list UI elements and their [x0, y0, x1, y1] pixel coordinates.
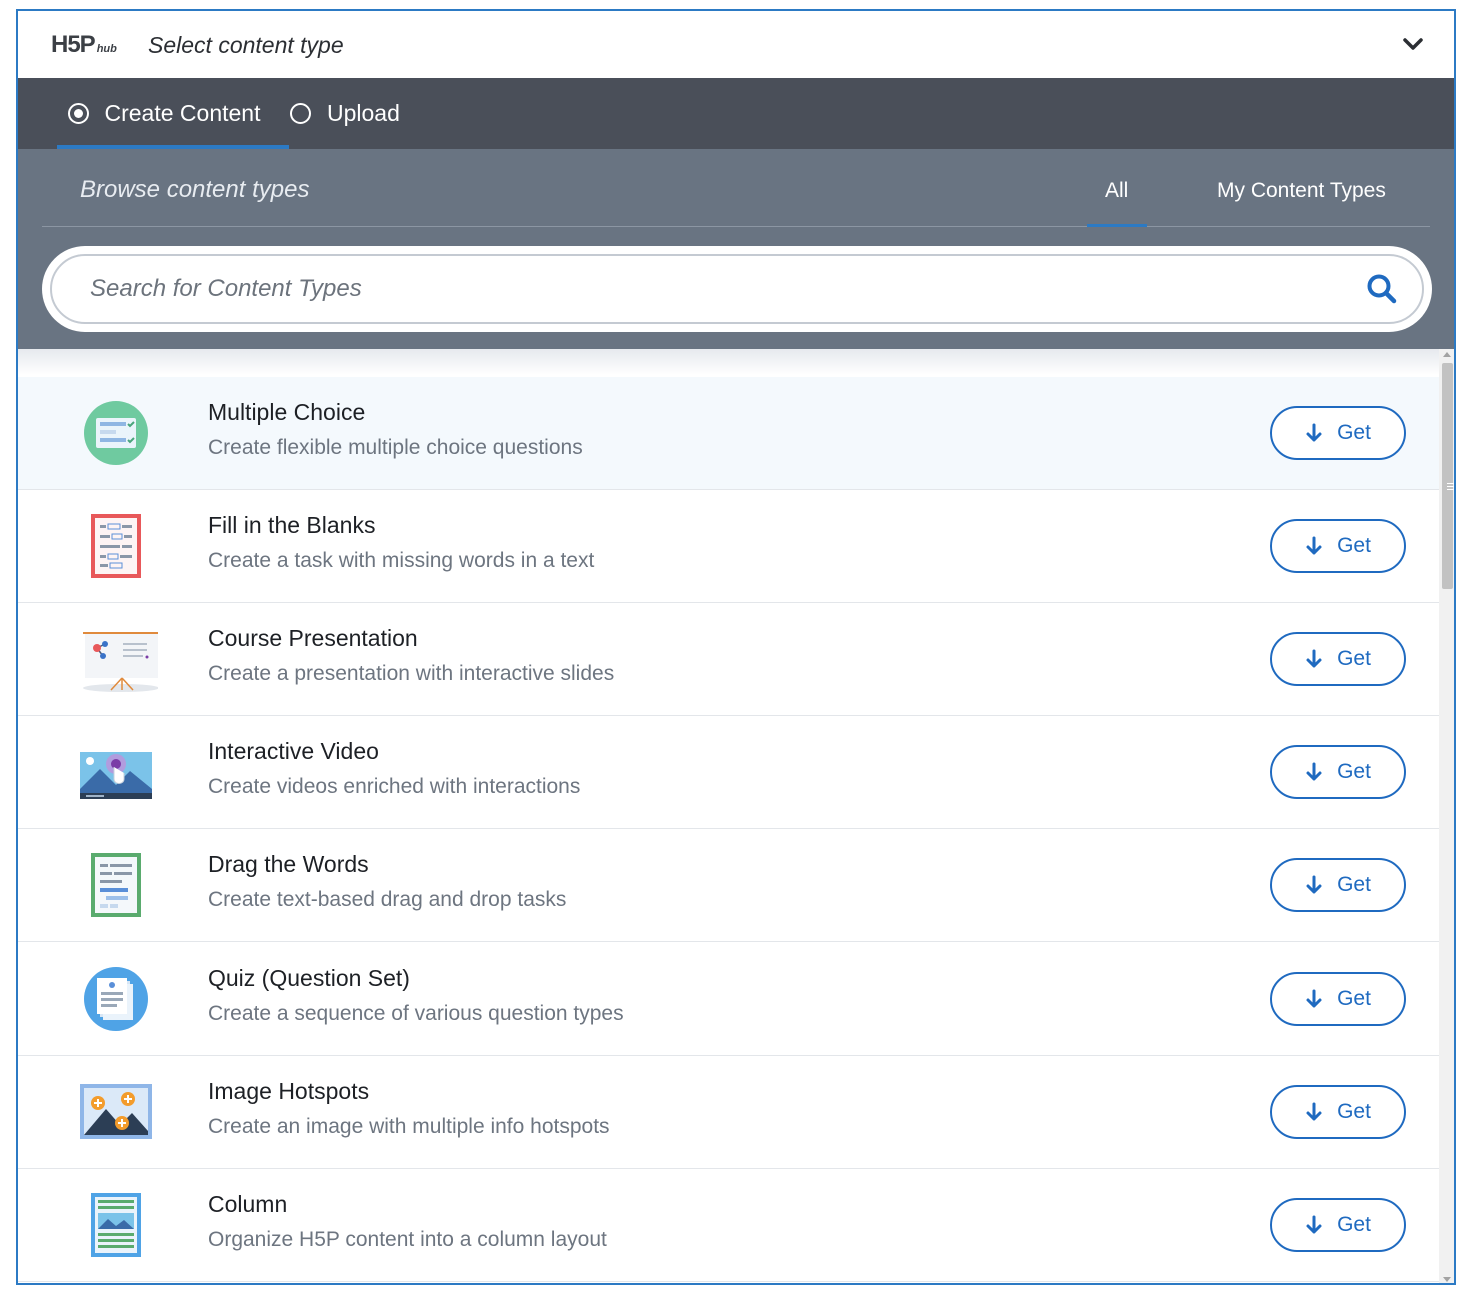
filter-my-content-types[interactable]: My Content Types: [1217, 179, 1386, 203]
arrow-down-icon: [1306, 1102, 1322, 1121]
get-button-label: Get: [1337, 1213, 1371, 1236]
list-item[interactable]: Column Organize H5P content into a colum…: [18, 1169, 1439, 1282]
header-title: Select content type: [148, 32, 344, 58]
get-button-label: Get: [1337, 1100, 1371, 1123]
scroll-up-icon[interactable]: [1443, 352, 1451, 357]
get-button[interactable]: Get: [1270, 972, 1406, 1026]
get-button[interactable]: Get: [1270, 1198, 1406, 1252]
get-button-label: Get: [1337, 760, 1371, 783]
arrow-down-icon: [1306, 536, 1322, 555]
drag-the-words-icon: [91, 853, 141, 917]
image-hotspots-icon: [80, 1084, 152, 1139]
item-description: Create text-based drag and drop tasks: [208, 888, 567, 911]
item-title: Drag the Words: [208, 851, 369, 877]
list-item[interactable]: Interactive Video Create videos enriched…: [18, 716, 1439, 829]
filter-all[interactable]: All: [1105, 179, 1128, 203]
item-description: Create a sequence of various question ty…: [208, 1002, 624, 1025]
item-title: Quiz (Question Set): [208, 965, 410, 991]
get-button-label: Get: [1337, 987, 1371, 1010]
column-icon: [91, 1193, 141, 1257]
get-button[interactable]: Get: [1270, 1085, 1406, 1139]
multiple-choice-icon: [84, 401, 148, 465]
arrow-down-icon: [1306, 989, 1322, 1008]
list-item[interactable]: Quiz (Question Set) Create a sequence of…: [18, 943, 1439, 1056]
arrow-down-icon: [1306, 875, 1322, 894]
browse-panel: Browse content types All My Content Type…: [18, 149, 1454, 349]
item-description: Create videos enriched with interactions: [208, 775, 581, 798]
interactive-video-icon: [80, 752, 152, 799]
tab-create-content[interactable]: Create Content: [57, 78, 289, 149]
active-filter-indicator: [1087, 224, 1147, 227]
h5p-hub-logo: H5P hub: [51, 31, 117, 59]
list-item[interactable]: Drag the Words Create text-based drag an…: [18, 829, 1439, 942]
list-top-shadow: [18, 349, 1439, 375]
arrow-down-icon: [1306, 1215, 1322, 1234]
get-button[interactable]: Get: [1270, 406, 1406, 460]
hub-header[interactable]: H5P hub Select content type: [18, 11, 1454, 78]
content-type-selector: H5P hub Select content type Create Conte…: [16, 9, 1456, 1285]
item-description: Organize H5P content into a column layou…: [208, 1228, 607, 1251]
logo-main-text: H5P: [51, 31, 96, 58]
arrow-down-icon: [1306, 423, 1322, 442]
tab-bar: Create Content Upload: [18, 78, 1454, 149]
item-title: Image Hotspots: [208, 1078, 370, 1104]
get-button-label: Get: [1337, 534, 1371, 557]
list-item[interactable]: Course Presentation Create a presentatio…: [18, 603, 1439, 716]
get-button-label: Get: [1337, 421, 1371, 444]
list-item[interactable]: Multiple Choice Create flexible multiple…: [18, 377, 1439, 490]
tab-upload[interactable]: Upload: [290, 78, 400, 149]
get-button-label: Get: [1337, 647, 1371, 670]
item-description: Create flexible multiple choice question…: [208, 436, 583, 459]
fill-in-the-blanks-icon: [91, 514, 141, 578]
search-icon[interactable]: [1366, 273, 1398, 305]
course-presentation-icon: [83, 632, 158, 692]
item-title: Course Presentation: [208, 625, 418, 651]
quiz-question-set-icon: [84, 967, 148, 1031]
arrow-down-icon: [1306, 762, 1322, 781]
item-description: Create an image with multiple info hotsp…: [208, 1115, 610, 1138]
grip-icon: [1447, 483, 1454, 484]
logo-sub-text: hub: [96, 43, 117, 55]
tab-label: Create Content: [104, 100, 261, 126]
item-description: Create a task with missing words in a te…: [208, 549, 595, 572]
get-button[interactable]: Get: [1270, 632, 1406, 686]
item-title: Multiple Choice: [208, 399, 366, 425]
get-button[interactable]: Get: [1270, 858, 1406, 912]
chevron-down-icon[interactable]: [1402, 35, 1424, 53]
tab-label: Upload: [327, 100, 400, 126]
item-description: Create a presentation with interactive s…: [208, 662, 615, 685]
scroll-thumb[interactable]: [1442, 363, 1454, 589]
arrow-down-icon: [1306, 649, 1322, 668]
item-title: Fill in the Blanks: [208, 512, 376, 538]
get-button-label: Get: [1337, 873, 1371, 896]
list-item[interactable]: Image Hotspots Create an image with mult…: [18, 1056, 1439, 1169]
browse-title: Browse content types: [80, 176, 310, 203]
item-title: Column: [208, 1191, 288, 1217]
divider: [42, 226, 1430, 227]
scroll-down-icon[interactable]: [1443, 1277, 1451, 1282]
radio-unchecked-icon: [290, 103, 311, 124]
get-button[interactable]: Get: [1270, 745, 1406, 799]
radio-checked-icon: [67, 103, 89, 124]
search-box: [42, 246, 1432, 332]
search-input[interactable]: [50, 254, 1424, 324]
content-type-list: Multiple Choice Create flexible multiple…: [18, 349, 1439, 1283]
list-item[interactable]: Fill in the Blanks Create a task with mi…: [18, 490, 1439, 603]
get-button[interactable]: Get: [1270, 519, 1406, 573]
item-title: Interactive Video: [208, 738, 379, 764]
scrollbar[interactable]: [1439, 349, 1454, 1283]
